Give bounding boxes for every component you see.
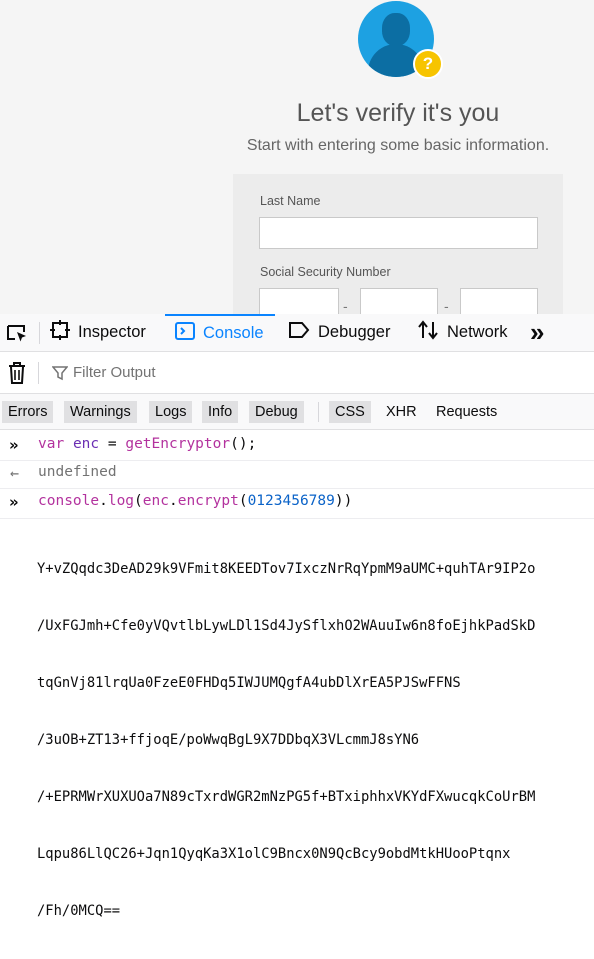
tab-console-label: Console (203, 324, 264, 342)
ssn-label: Social Security Number (260, 265, 391, 279)
output-line: /+EPRMWrXUXUOa7N89cTxrdWGR2mNzPG5f+BTxip… (37, 789, 536, 805)
filter-icon (51, 365, 69, 385)
console-output: » var enc = getEncryptor(); ← undefined … (0, 430, 594, 919)
page-subtitle: Start with entering some basic informati… (246, 137, 550, 154)
console-input-line: » var enc = getEncryptor(); (0, 436, 594, 460)
filter-output-input[interactable]: Filter Output (73, 364, 156, 381)
page-title: Let's verify it's you (296, 99, 500, 127)
ssn-part3-input[interactable] (460, 288, 538, 314)
output-line: /3uOB+ZT13+ffjoqE/poWwqBgL9X7DDbqX3VLcmm… (37, 732, 420, 748)
encrypted-output: Y+vZQqdc3DeAD29k9VFmit8KEEDTov7IxczNrRqY… (37, 522, 587, 959)
avatar-head (382, 13, 410, 46)
category-separator (318, 402, 319, 422)
log-category-bar: Errors Warnings Logs Info Debug CSS XHR … (0, 394, 594, 430)
result-arrow-icon: ← (10, 464, 20, 482)
ssn-dash-2: - (444, 298, 449, 314)
prompt-chevron-icon: » (9, 436, 19, 454)
filter-css-toggle[interactable]: CSS (329, 401, 371, 423)
tab-network[interactable]: Network (417, 314, 508, 351)
console-result: undefined (38, 464, 117, 480)
toolbar-separator (39, 322, 40, 344)
tab-debugger[interactable]: Debugger (288, 314, 390, 351)
filter-requests-toggle[interactable]: Requests (430, 401, 503, 423)
tab-debugger-label: Debugger (318, 323, 391, 341)
output-line: Y+vZQqdc3DeAD29k9VFmit8KEEDTov7IxczNrRqY… (37, 561, 536, 577)
last-name-label: Last Name (260, 194, 321, 208)
ssn-part1-input[interactable] (259, 288, 339, 314)
console-icon (175, 322, 195, 345)
filter-separator (38, 362, 39, 384)
filter-info-toggle[interactable]: Info (202, 401, 239, 423)
console-result-line: ← undefined (0, 464, 594, 488)
tab-console[interactable]: Console (165, 314, 275, 351)
verification-form: Last Name Social Security Number - - (233, 174, 563, 314)
console-input-line: » console.log(enc.encrypt(0123456789)) (0, 493, 594, 517)
element-picker-icon (7, 324, 26, 341)
filter-errors-toggle[interactable]: Errors (2, 401, 54, 423)
debugger-icon (288, 321, 310, 344)
ssn-dash-1: - (343, 298, 348, 314)
devtools-toolbar: Inspector Console Debugger Network » (0, 314, 594, 352)
tab-inspector[interactable]: Inspector (50, 314, 146, 351)
clear-console-button[interactable] (7, 361, 27, 389)
ssn-part2-input[interactable] (360, 288, 438, 314)
console-command: var enc = getEncryptor(); (38, 436, 257, 452)
chevrons-right-icon: » (530, 317, 545, 347)
verification-page: ? Let's verify it's you Start with enter… (0, 0, 594, 314)
output-line: Lqpu86LlQC26+Jqn1QyqKa3X1olC9Bncx0N9QcBc… (37, 846, 511, 862)
output-line: tqGnVj81lrqUa0FzeE0FHDq5IWJUMQgfA4ubDlXr… (37, 675, 461, 691)
filter-warnings-toggle[interactable]: Warnings (64, 401, 137, 423)
output-line: /UxFGJmh+Cfe0yVQvtlbLywLDl1Sd4JySflxhO2W… (37, 618, 536, 634)
output-line: /Fh/0MCQ== (37, 903, 121, 919)
tab-inspector-label: Inspector (78, 323, 146, 341)
row-divider (0, 488, 594, 489)
tab-network-label: Network (447, 323, 508, 341)
row-divider (0, 518, 594, 519)
filter-debug-toggle[interactable]: Debug (249, 401, 304, 423)
more-tools-button[interactable]: » (530, 314, 544, 351)
network-icon (417, 320, 439, 345)
inspector-icon (50, 320, 70, 345)
filter-xhr-toggle[interactable]: XHR (380, 401, 423, 423)
console-filter-bar: Filter Output (0, 352, 594, 394)
last-name-input[interactable] (259, 217, 538, 249)
element-picker-button[interactable] (6, 314, 32, 351)
prompt-chevron-icon: » (9, 493, 19, 511)
trash-icon (9, 362, 25, 384)
row-divider (0, 460, 594, 461)
question-badge-icon: ? (413, 49, 443, 79)
console-command: console.log(enc.encrypt(0123456789)) (38, 493, 353, 509)
filter-logs-toggle[interactable]: Logs (149, 401, 193, 423)
